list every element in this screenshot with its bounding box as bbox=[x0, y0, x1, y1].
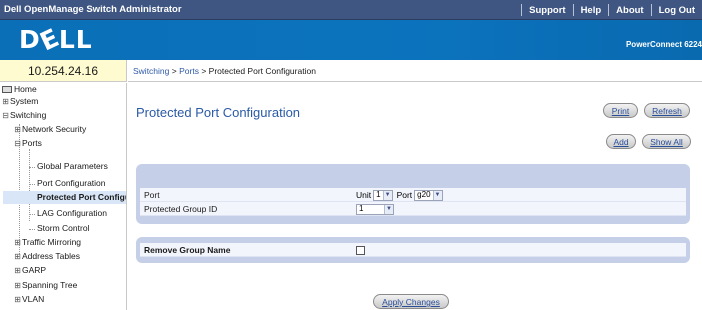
group-value: 1 bbox=[359, 204, 364, 213]
group-select[interactable]: 1 ▼ bbox=[356, 203, 394, 215]
tree-item-label: Switching bbox=[10, 110, 47, 120]
tree-item-label: Ports bbox=[22, 138, 42, 148]
tree-line bbox=[29, 149, 30, 221]
top-links: Support Help About Log Out bbox=[521, 0, 702, 20]
tree-item-global-parameters[interactable]: Global Parameters bbox=[37, 160, 108, 173]
expand-icon[interactable]: ⊞ bbox=[13, 279, 22, 292]
tree-item-label: Global Parameters bbox=[37, 161, 108, 171]
tree-item-label: Port Configuration bbox=[37, 178, 106, 188]
remove-group-row: Remove Group Name bbox=[140, 243, 686, 257]
unit-select[interactable]: 1 ▼ bbox=[373, 189, 393, 201]
tree-item-label: System bbox=[10, 96, 39, 106]
tree-item-label: Spanning Tree bbox=[22, 280, 78, 290]
nav-tree: Home ⊞System ⊟Switching ⊞Network Securit… bbox=[0, 83, 127, 310]
port-row: Port Unit 1 ▼ Port g20 ▼ bbox=[140, 188, 686, 202]
tree-item-protected-port-configuration[interactable]: Protected Port Configuration bbox=[3, 191, 126, 204]
expand-icon[interactable]: ⊞ bbox=[1, 95, 10, 108]
remove-group-label: Remove Group Name bbox=[144, 245, 231, 255]
tree-item-label: Traffic Mirroring bbox=[22, 237, 82, 247]
remove-group-controls bbox=[356, 243, 365, 257]
expand-icon[interactable]: ⊞ bbox=[13, 250, 22, 263]
dell-logo: DELL bbox=[19, 22, 93, 57]
unit-value: 1 bbox=[376, 190, 381, 199]
tree-item-label: Storm Control bbox=[37, 223, 90, 233]
breadcrumb-ports[interactable]: Ports bbox=[179, 66, 199, 76]
main-content: Protected Port Configuration Print Refre… bbox=[128, 83, 702, 310]
app-title: Dell OpenManage Switch Administrator bbox=[4, 4, 182, 15]
chevron-down-icon: ▼ bbox=[432, 190, 442, 200]
top-bar: Dell OpenManage Switch Administrator Sup… bbox=[0, 0, 702, 20]
print-button[interactable]: Print bbox=[603, 103, 638, 118]
remove-group-checkbox[interactable] bbox=[356, 245, 365, 255]
tree-item-port-configuration[interactable]: Port Configuration bbox=[37, 177, 106, 190]
refresh-button[interactable]: Refresh bbox=[644, 103, 690, 118]
tree-item-switching[interactable]: ⊟Switching bbox=[1, 109, 46, 122]
apply-changes-button[interactable]: Apply Changes bbox=[373, 294, 449, 309]
breadcrumb-separator: > bbox=[201, 66, 207, 76]
port-value: g20 bbox=[417, 190, 431, 199]
about-link[interactable]: About bbox=[609, 5, 650, 16]
tree-item-label: VLAN bbox=[22, 294, 45, 304]
tree-line bbox=[29, 229, 35, 230]
group-row: Protected Group ID 1 ▼ bbox=[140, 202, 686, 216]
tree-item-spanning-tree[interactable]: ⊞Spanning Tree bbox=[13, 279, 77, 292]
page-title: Protected Port Configuration bbox=[136, 105, 301, 120]
tree-item-label: Home bbox=[14, 84, 37, 94]
tree-item-ports[interactable]: ⊟Ports bbox=[13, 137, 42, 150]
tree-item-label: GARP bbox=[22, 265, 47, 275]
home-icon bbox=[2, 86, 12, 93]
group-label: Protected Group ID bbox=[144, 204, 218, 214]
logout-link[interactable]: Log Out bbox=[652, 5, 702, 16]
tree-item-address-tables[interactable]: ⊞Address Tables bbox=[13, 250, 80, 263]
support-link[interactable]: Support bbox=[522, 5, 572, 16]
breadcrumb: Switching > Ports > Protected Port Confi… bbox=[128, 60, 702, 82]
tree-item-storm-control[interactable]: Storm Control bbox=[37, 222, 89, 235]
device-ip: 10.254.24.16 bbox=[0, 60, 127, 82]
tree-item-system[interactable]: ⊞System bbox=[1, 95, 38, 108]
port-select[interactable]: g20 ▼ bbox=[414, 189, 443, 201]
add-button[interactable]: Add bbox=[606, 134, 636, 149]
breadcrumb-separator: > bbox=[171, 66, 177, 76]
tree-line bbox=[29, 184, 35, 185]
tree-line bbox=[29, 167, 35, 168]
tree-item-lag-configuration[interactable]: LAG Configuration bbox=[37, 207, 107, 220]
tree-item-label: LAG Configuration bbox=[37, 208, 107, 218]
help-link[interactable]: Help bbox=[574, 5, 609, 16]
tree-line bbox=[29, 214, 35, 215]
tree-item-vlan[interactable]: ⊞VLAN bbox=[13, 293, 44, 306]
port-label: Port bbox=[144, 190, 160, 200]
chevron-down-icon: ▼ bbox=[382, 190, 392, 200]
expand-icon[interactable]: ⊞ bbox=[13, 264, 22, 277]
port-controls: Unit 1 ▼ Port g20 ▼ bbox=[356, 188, 443, 202]
chevron-down-icon: ▼ bbox=[384, 204, 393, 214]
show-all-button[interactable]: Show All bbox=[642, 134, 691, 149]
model-name: PowerConnect 6224 bbox=[625, 40, 702, 49]
expand-icon[interactable]: ⊞ bbox=[13, 293, 22, 306]
unit-label: Unit bbox=[356, 190, 372, 200]
tree-item-traffic-mirroring[interactable]: ⊞Traffic Mirroring bbox=[13, 236, 81, 249]
remove-group-panel: Remove Group Name bbox=[136, 237, 690, 263]
protected-port-panel: Port Unit 1 ▼ Port g20 ▼ Protected Group… bbox=[136, 164, 690, 224]
collapse-icon[interactable]: ⊟ bbox=[1, 109, 10, 122]
expand-icon[interactable]: ⊞ bbox=[13, 236, 22, 249]
tree-item-garp[interactable]: ⊞GARP bbox=[13, 264, 46, 277]
breadcrumb-current: Protected Port Configuration bbox=[208, 66, 316, 76]
tree-item-label: Address Tables bbox=[22, 251, 80, 261]
expand-icon[interactable]: ⊞ bbox=[13, 123, 22, 136]
tree-item-label: Protected Port Configuration bbox=[37, 192, 126, 202]
brand-banner: DELL PowerConnect 6224 bbox=[0, 20, 702, 60]
tree-item-network-security[interactable]: ⊞Network Security bbox=[13, 123, 86, 136]
port-sub-label: Port bbox=[396, 190, 413, 200]
group-controls: 1 ▼ bbox=[356, 202, 394, 216]
breadcrumb-switching[interactable]: Switching bbox=[133, 66, 169, 76]
collapse-icon[interactable]: ⊟ bbox=[13, 137, 22, 150]
tree-item-label: Network Security bbox=[22, 124, 87, 134]
